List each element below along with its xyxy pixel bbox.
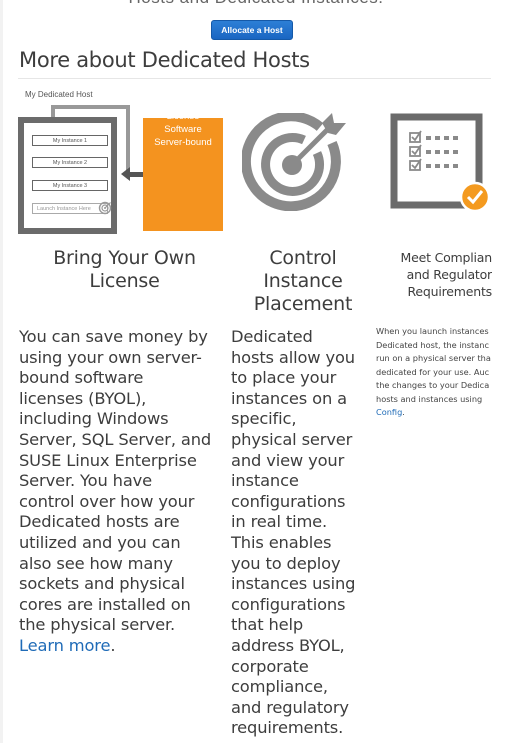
learn-more-line: Learn more. xyxy=(19,636,234,657)
allocate-host-button[interactable]: Allocate a Host xyxy=(211,20,293,40)
title-line: Requirements xyxy=(407,284,492,299)
body-line: physical server xyxy=(231,429,353,449)
section-divider xyxy=(18,78,491,79)
title-line: and Regulator xyxy=(406,267,492,282)
license-line: Server-bound xyxy=(154,137,212,148)
arrow-head-icon xyxy=(121,167,130,181)
link-suffix: . xyxy=(402,407,405,417)
column-title-placement: Control Instance Placement xyxy=(228,247,378,316)
body-line: using your own server- xyxy=(19,347,202,367)
body-line: you to deploy xyxy=(231,553,341,573)
section-title: More about Dedicated Hosts xyxy=(19,48,310,72)
title-line: Bring Your Own xyxy=(53,247,196,269)
body-line: hosts allow you xyxy=(231,347,355,367)
column-body-compliance: When you launch instances Dedicated host… xyxy=(376,325,492,420)
learn-more-link[interactable]: Learn more xyxy=(19,636,111,655)
body-line: instances on a xyxy=(231,388,347,408)
body-line: sockets and physical xyxy=(19,574,185,594)
title-line: License xyxy=(89,270,160,292)
body-line: Server. You have xyxy=(19,471,153,491)
body-line: address BYOL, xyxy=(231,635,345,655)
license-line: Software xyxy=(164,123,202,135)
instance-box: My Instance 2 xyxy=(32,157,108,168)
server-bound-license-box: Server-bound Software License xyxy=(143,111,223,231)
column-title-byol: Bring Your Own License xyxy=(22,247,227,293)
config-line: Config. xyxy=(376,406,492,420)
link-suffix: . xyxy=(110,635,116,655)
body-line: and view your xyxy=(231,450,345,470)
mini-target-icon xyxy=(98,201,112,215)
title-line: Placement xyxy=(253,293,353,315)
instance-box: My Instance 1 xyxy=(32,135,108,146)
body-line: Dedicated xyxy=(231,327,313,346)
body-line: corporate xyxy=(231,656,309,676)
column-title-compliance: Meet Complian and Regulator Requirements xyxy=(380,249,492,300)
body-line: requirements. xyxy=(231,718,344,738)
body-line: Dedicated host, the instanc xyxy=(376,339,489,350)
connector-line xyxy=(51,105,130,109)
body-line: compliance, xyxy=(231,677,328,697)
body-line: Dedicated hosts are xyxy=(19,512,180,532)
body-line: dedicated for your use. Auc xyxy=(376,366,490,377)
body-line: specific, xyxy=(231,409,297,429)
body-line: This enables xyxy=(231,532,332,552)
title-line: Instance xyxy=(263,270,343,292)
host-label: My Dedicated Host xyxy=(25,90,93,99)
body-line: run on a physical server tha xyxy=(376,353,491,363)
body-line: configurations xyxy=(231,491,346,511)
body-line: instances using xyxy=(231,574,356,594)
body-line: configurations xyxy=(231,594,346,614)
body-line: cores are installed on xyxy=(19,594,191,614)
target-icon xyxy=(242,113,346,211)
body-line: the physical server. xyxy=(19,615,176,635)
body-line: control over how your xyxy=(19,491,195,511)
column-body-byol: You can save money by using your own ser… xyxy=(19,327,234,657)
connector-line xyxy=(126,105,130,175)
body-line: Server, SQL Server, and xyxy=(19,429,212,449)
body-line: in real time. xyxy=(231,512,328,532)
body-line: instance xyxy=(231,471,299,491)
body-line: When you launch instances xyxy=(376,326,489,336)
title-line: Meet Complian xyxy=(400,250,492,265)
body-line: that help xyxy=(231,615,304,635)
body-line: utilized and you can xyxy=(19,532,181,552)
body-line: to place your xyxy=(231,368,337,388)
body-line: and regulatory xyxy=(231,697,349,717)
body-line: SUSE Linux Enterprise xyxy=(19,450,197,470)
launch-instance-slot: Launch Instance Here xyxy=(32,203,108,214)
config-link[interactable]: Config xyxy=(376,407,402,417)
body-line: also see how many xyxy=(19,553,173,573)
body-line: bound software xyxy=(19,368,144,388)
arrow-icon xyxy=(128,172,143,177)
checklist-icon xyxy=(390,113,490,213)
body-line: the changes to your Dedica xyxy=(376,380,490,390)
instance-box: My Instance 3 xyxy=(32,180,108,191)
body-line: You can save money by xyxy=(19,327,208,346)
body-line: including Windows xyxy=(19,409,169,429)
top-heading-cutoff: Hosts and Dedicated Instances. xyxy=(0,0,512,8)
dedicated-host-frame: My Instance 1 My Instance 2 My Instance … xyxy=(18,117,117,234)
launch-slot-label: Launch Instance Here xyxy=(37,205,91,212)
body-line: hosts and instances using xyxy=(376,393,483,404)
body-line: licenses (BYOL), xyxy=(19,388,147,408)
license-line: License xyxy=(166,110,200,122)
title-line: Control xyxy=(269,247,337,269)
column-body-placement: Dedicated hosts allow you to place your … xyxy=(231,327,376,739)
page-left-edge xyxy=(0,0,3,743)
